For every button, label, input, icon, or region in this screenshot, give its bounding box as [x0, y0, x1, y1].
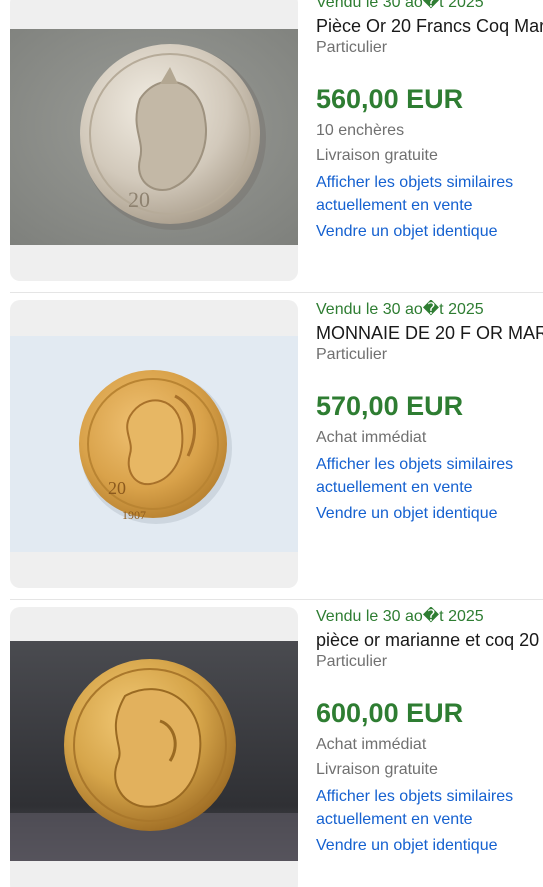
listing-info: Vendu le 30 ao�t 2025 pièce or marianne …: [316, 607, 543, 857]
listing-title[interactable]: Pièce Or 20 Francs Coq Marianne: [316, 14, 543, 38]
view-similar-link[interactable]: Afficher les objets similaires actuellem…: [316, 785, 543, 831]
listing-title[interactable]: pièce or marianne et coq 20 francs: [316, 628, 543, 652]
sell-similar-link[interactable]: Vendre un objet identique: [316, 834, 543, 857]
sold-date: Vendu le 30 ao�t 2025: [316, 608, 484, 625]
listing-image-frame[interactable]: 20: [10, 0, 298, 281]
coin-marianne-image: [10, 641, 298, 861]
svg-text:20: 20: [128, 187, 150, 212]
coin-rooster-image: 20 1907: [10, 336, 298, 552]
sold-date: Vendu le 30 ao�t 2025: [316, 301, 484, 318]
shipping-info: Livraison gratuite: [316, 147, 438, 164]
divider: [10, 292, 543, 293]
listing-image-frame[interactable]: [10, 607, 298, 887]
sell-similar-link[interactable]: Vendre un objet identique: [316, 502, 543, 525]
svg-text:1907: 1907: [122, 508, 146, 522]
listing-card[interactable]: 20 1907 Vendu le 30 ao�t 2025 MONNAIE DE…: [0, 300, 543, 600]
sold-price: 570,00 EUR: [316, 391, 464, 421]
bid-count: 10 enchères: [316, 122, 405, 139]
sold-date: Vendu le 30 ao�t 2025: [316, 0, 484, 11]
sold-price: 600,00 EUR: [316, 698, 464, 728]
seller-type: Particulier: [316, 346, 388, 363]
buy-format: Achat immédiat: [316, 429, 427, 446]
divider: [10, 599, 543, 600]
listing-card[interactable]: 20 Vendu le 30 ao�t 2025 Pièce Or 20 Fra…: [0, 0, 543, 293]
sold-price: 560,00 EUR: [316, 84, 464, 114]
listing-card[interactable]: Vendu le 30 ao�t 2025 pièce or marianne …: [0, 607, 543, 887]
listing-info: Vendu le 30 ao�t 2025 MONNAIE DE 20 F OR…: [316, 300, 543, 525]
svg-text:20: 20: [108, 478, 126, 498]
view-similar-link[interactable]: Afficher les objets similaires actuellem…: [316, 171, 543, 217]
sell-similar-link[interactable]: Vendre un objet identique: [316, 220, 543, 243]
listing-info: Vendu le 30 ao�t 2025 Pièce Or 20 Francs…: [316, 0, 543, 243]
coin-rooster-image: 20: [10, 29, 298, 245]
buy-format: Achat immédiat: [316, 736, 427, 753]
seller-type: Particulier: [316, 653, 388, 670]
seller-type: Particulier: [316, 39, 388, 56]
sold-listings: 20 Vendu le 30 ao�t 2025 Pièce Or 20 Fra…: [0, 0, 543, 887]
shipping-info: Livraison gratuite: [316, 761, 438, 778]
view-similar-link[interactable]: Afficher les objets similaires actuellem…: [316, 453, 543, 499]
listing-image-frame[interactable]: 20 1907: [10, 300, 298, 588]
listing-title[interactable]: MONNAIE DE 20 F OR MARIANNE: [316, 321, 543, 345]
